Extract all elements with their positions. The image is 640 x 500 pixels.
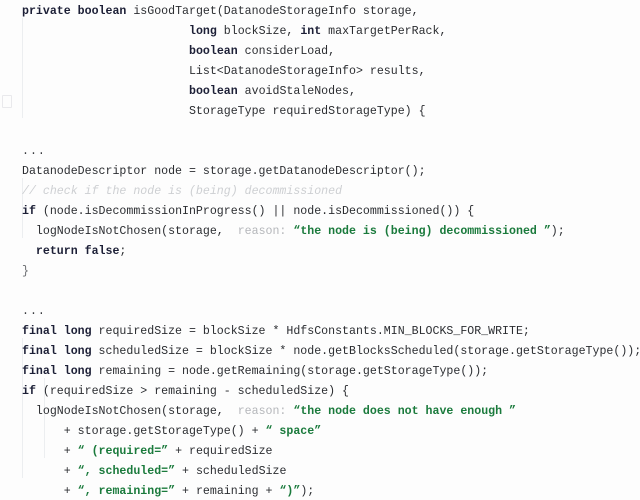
token-kw: int [300, 25, 329, 38]
code-line[interactable]: logNodeIsNotChosen(storage, reason: “the… [0, 222, 640, 242]
token-pln: + requiredSize [168, 445, 273, 458]
code-line[interactable]: + storage.getStorageType() + “ space” [0, 422, 640, 442]
token-pln: remaining = node.getRemaining(storage.ge… [98, 365, 489, 378]
code-line[interactable]: if (node.isDecommissionInProgress() || n… [0, 202, 640, 222]
token-cmt: // check if the node is (being) decommis… [22, 185, 343, 198]
code-line[interactable]: logNodeIsNotChosen(storage, reason: “the… [0, 402, 640, 422]
token-pln [22, 25, 189, 38]
code-line[interactable]: StorageType requiredStorageType) { [0, 102, 640, 122]
code-line[interactable]: + “, scheduled=” + scheduledSize [0, 462, 640, 482]
token-pln: logNodeIsNotChosen(storage, [22, 225, 231, 238]
code-line[interactable]: List<DatanodeStorageInfo> results, [0, 62, 640, 82]
token-pln: maxTargetPerRack, [328, 25, 447, 38]
token-pln: logNodeIsNotChosen(storage, [22, 405, 231, 418]
code-line[interactable]: long blockSize, int maxTargetPerRack, [0, 22, 640, 42]
code-editor-viewport[interactable]: private boolean isGoodTarget(DatanodeSto… [0, 0, 640, 500]
code-line[interactable]: return false; [0, 242, 640, 262]
token-pln: ); [300, 485, 315, 498]
token-hint: reason: [230, 225, 294, 238]
code-line[interactable]: // check if the node is (being) decommis… [0, 182, 640, 202]
token-str: “ space” [265, 425, 322, 438]
token-pln: + [22, 485, 78, 498]
token-str: “, scheduled=” [77, 465, 176, 478]
token-kw: final long [22, 365, 99, 378]
token-pln: List<DatanodeStorageInfo> results, [22, 65, 426, 78]
token-dots: ... [22, 145, 46, 158]
token-kw: final long [22, 345, 99, 358]
token-pln: ; [119, 245, 127, 258]
code-line[interactable]: + “ (required=” + requiredSize [0, 442, 640, 462]
code-line[interactable]: boolean considerLoad, [0, 42, 640, 62]
token-pln [22, 245, 36, 258]
token-kw: private boolean [22, 5, 134, 18]
code-line[interactable]: boolean avoidStaleNodes, [0, 82, 640, 102]
code-line[interactable]: ... [0, 142, 640, 162]
token-brc: } [22, 265, 29, 278]
code-line[interactable]: } [0, 262, 640, 282]
token-str: “)” [279, 485, 301, 498]
token-pln: considerLoad, [244, 45, 336, 58]
token-pln [22, 85, 189, 98]
code-line[interactable]: final long scheduledSize = blockSize * n… [0, 342, 640, 362]
token-pln: + [22, 445, 78, 458]
token-pln: (node.isDecommissionInProgress() || node… [42, 205, 475, 218]
token-kw: return false [35, 245, 120, 258]
token-dots: ... [22, 305, 46, 318]
code-line[interactable]: if (requiredSize > remaining - scheduled… [0, 382, 640, 402]
token-pln: DatanodeDescriptor node = storage.getDat… [22, 165, 426, 178]
token-kw: boolean [188, 45, 245, 58]
token-kw: long [188, 25, 224, 38]
token-kw: if [22, 385, 43, 398]
token-pln: requiredSize = blockSize * HdfsConstants… [98, 325, 530, 338]
code-content[interactable]: private boolean isGoodTarget(DatanodeSto… [0, 2, 640, 500]
token-pln: (requiredSize > remaining - scheduledSiz… [42, 385, 349, 398]
code-line[interactable] [0, 122, 640, 142]
token-str: “ (required=” [77, 445, 169, 458]
token-pln: scheduledSize = blockSize * node.getBloc… [98, 345, 640, 358]
token-kw: final long [22, 325, 99, 338]
code-line[interactable]: + “, remaining=” + remaining + “)”); [0, 482, 640, 500]
token-pln [22, 45, 189, 58]
token-str: “, remaining=” [77, 485, 176, 498]
token-pln: StorageType requiredStorageType) { [22, 105, 426, 118]
token-kw: boolean [188, 85, 245, 98]
token-pln: blockSize, [223, 25, 301, 38]
code-line[interactable]: DatanodeDescriptor node = storage.getDat… [0, 162, 640, 182]
token-pln: isGoodTarget(DatanodeStorageInfo storage… [133, 5, 419, 18]
code-line[interactable]: final long requiredSize = blockSize * Hd… [0, 322, 640, 342]
token-str: “the node does not have enough ” [293, 405, 516, 418]
code-line[interactable] [0, 282, 640, 302]
token-str: “the node is (being) decommissioned ” [293, 225, 551, 238]
token-pln: ); [550, 225, 565, 238]
token-pln: + [22, 465, 78, 478]
token-pln: + remaining + [175, 485, 280, 498]
code-line[interactable]: private boolean isGoodTarget(DatanodeSto… [0, 2, 640, 22]
token-hint: reason: [230, 405, 294, 418]
code-line[interactable]: ... [0, 302, 640, 322]
code-line[interactable]: final long remaining = node.getRemaining… [0, 362, 640, 382]
token-kw: if [22, 205, 43, 218]
token-pln: avoidStaleNodes, [244, 85, 356, 98]
token-pln: + storage.getStorageType() + [22, 425, 266, 438]
token-pln: + scheduledSize [175, 465, 287, 478]
